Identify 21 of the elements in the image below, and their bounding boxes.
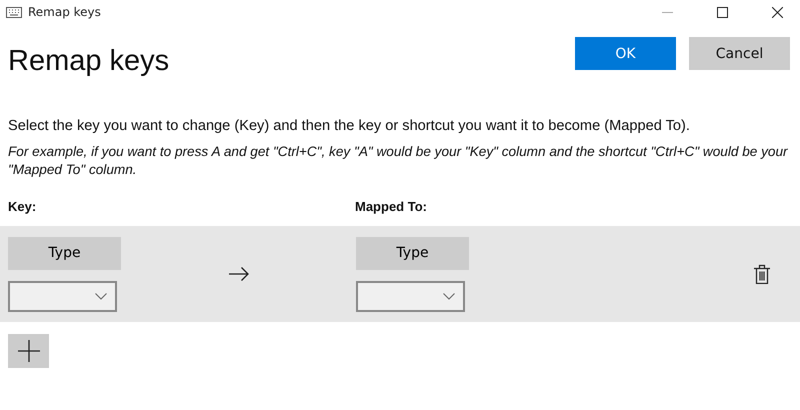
close-icon[interactable] xyxy=(772,6,783,18)
add-button[interactable] xyxy=(8,334,49,368)
page-heading: Remap keys xyxy=(8,45,170,78)
instruction-text: Select the key you want to change (Key) and then the key or shortcut you want it to become (Mapped To). xyxy=(8,118,691,134)
ok-button[interactable]: OK xyxy=(575,37,676,70)
example-text: For example, if you want to press A and get "Ctrl+C", key "A" would be your "Key" column and the shortcut "Ctrl+C" would be your "Mapped To" column. xyxy=(8,143,789,179)
column-label: Mapped To: xyxy=(355,199,427,214)
type-button[interactable]: Type xyxy=(356,236,469,270)
window-title: Remap keys xyxy=(28,5,101,19)
type-button[interactable]: Type xyxy=(8,236,121,270)
column-label: Key: xyxy=(8,199,38,214)
arrow-icon xyxy=(228,267,248,281)
trash-icon[interactable] xyxy=(754,264,770,284)
chevron-icon xyxy=(95,292,107,300)
cancel-button[interactable]: Cancel xyxy=(689,37,790,70)
chevron-icon xyxy=(443,292,455,300)
maximize-icon[interactable] xyxy=(717,6,728,18)
mapped-dropdown[interactable] xyxy=(356,280,465,312)
plus-icon xyxy=(18,340,40,362)
key-dropdown[interactable] xyxy=(8,280,117,312)
keyboard-icon xyxy=(6,6,22,18)
